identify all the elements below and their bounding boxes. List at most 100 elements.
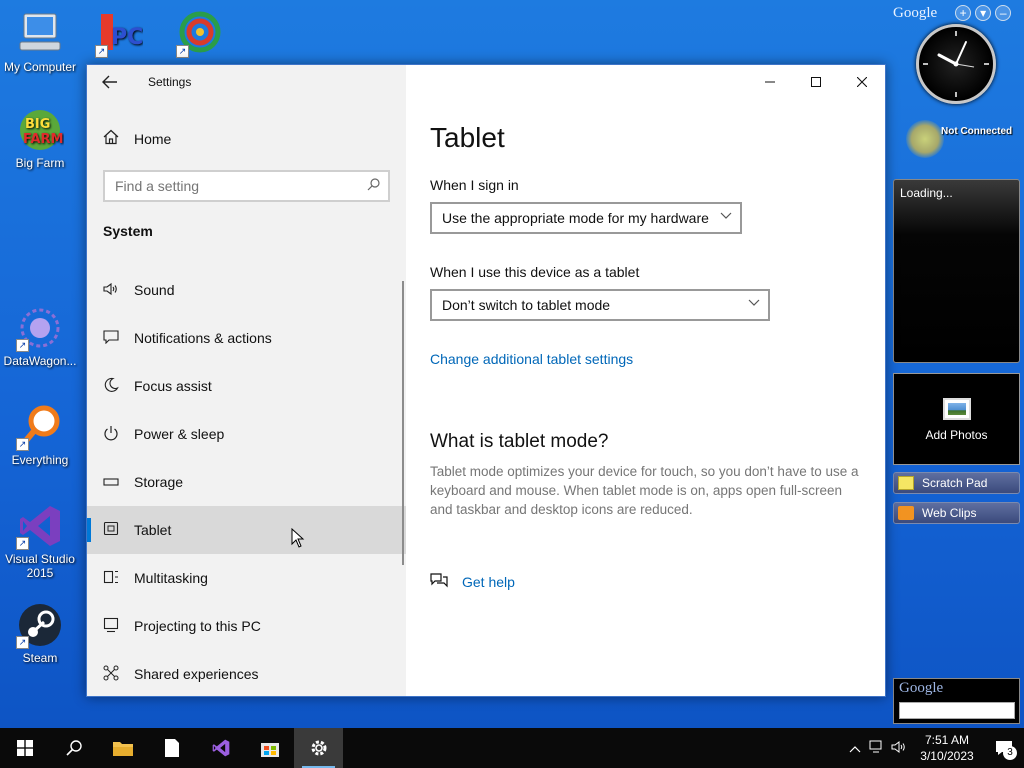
search-icon bbox=[367, 178, 380, 194]
photos-gadget[interactable]: Add Photos bbox=[893, 373, 1020, 465]
desktop-icon-datawagon[interactable]: ↗ DataWagon... bbox=[0, 304, 80, 368]
network-meter-gadget[interactable]: Not Connected bbox=[906, 118, 1024, 162]
title-bar[interactable]: Settings bbox=[87, 65, 406, 99]
settings-nav-pane: Settings Home Find a setting System Soun… bbox=[87, 65, 406, 696]
taskbar-clock[interactable]: 7:51 AM 3/10/2023 bbox=[910, 732, 984, 764]
home-icon bbox=[103, 129, 134, 149]
desktop-icon-everything[interactable]: ↗ Everything bbox=[0, 403, 80, 467]
sign-in-dropdown[interactable]: Use the appropriate mode for my hardware bbox=[430, 202, 742, 234]
computer-icon bbox=[16, 10, 64, 58]
shortcut-arrow-icon: ↗ bbox=[16, 537, 29, 550]
svg-text:PC: PC bbox=[111, 25, 143, 50]
settings-content-pane: Tablet When I sign in Use the appropriat… bbox=[406, 65, 885, 696]
file-explorer-button[interactable] bbox=[98, 728, 147, 768]
start-button[interactable] bbox=[0, 728, 49, 768]
big-farm-icon: BIG FARM bbox=[16, 106, 64, 154]
nav-item-tablet[interactable]: Tablet bbox=[87, 506, 406, 554]
home-nav-item[interactable]: Home bbox=[87, 121, 406, 157]
nav-item-power-sleep[interactable]: Power & sleep bbox=[87, 410, 406, 458]
chevron-down-icon bbox=[720, 208, 732, 223]
feed-gadget[interactable]: Loading... bbox=[893, 179, 1020, 363]
gadget-menu-button[interactable]: ▾ bbox=[975, 5, 992, 21]
nav-item-shared-experiences[interactable]: Shared experiences bbox=[87, 650, 406, 698]
maximize-button[interactable] bbox=[793, 65, 839, 99]
web-clips-label: Web Clips bbox=[922, 506, 977, 520]
minimize-button[interactable] bbox=[747, 65, 793, 99]
desktop-icon-steam[interactable]: ↗ Steam bbox=[0, 601, 80, 665]
nav-item-focus-assist[interactable]: Focus assist bbox=[87, 362, 406, 410]
change-tablet-settings-link[interactable]: Change additional tablet settings bbox=[430, 351, 633, 367]
store-icon bbox=[260, 743, 279, 757]
google-search-label: Google bbox=[899, 680, 944, 696]
chevron-up-icon[interactable] bbox=[844, 741, 866, 756]
settings-window: Settings Home Find a setting System Soun… bbox=[86, 64, 886, 697]
close-button[interactable] bbox=[839, 65, 885, 99]
photo-icon bbox=[942, 398, 971, 420]
notepad-button[interactable] bbox=[147, 728, 196, 768]
what-is-tablet-mode-heading: What is tablet mode? bbox=[430, 431, 609, 452]
desktop-icon-label: Big Farm bbox=[15, 156, 65, 170]
desktop-icon-my-computer[interactable]: My Computer bbox=[0, 10, 80, 74]
tablet-use-dropdown[interactable]: Don’t switch to tablet mode bbox=[430, 289, 770, 321]
google-search-input[interactable] bbox=[899, 702, 1015, 719]
analog-clock-gadget[interactable] bbox=[916, 24, 996, 104]
clock-date: 3/10/2023 bbox=[920, 749, 974, 763]
svg-text:BIG: BIG bbox=[25, 117, 50, 132]
network-icon[interactable] bbox=[866, 740, 888, 757]
visual-studio-icon bbox=[212, 739, 229, 757]
nav-item-projecting[interactable]: Projecting to this PC bbox=[87, 602, 406, 650]
desktop-icon-label: Everything bbox=[11, 453, 69, 467]
taskbar: 7:51 AM 3/10/2023 3 bbox=[0, 728, 1024, 768]
action-center-button[interactable]: 3 bbox=[984, 728, 1024, 768]
scratch-pad-gadget[interactable]: Scratch Pad bbox=[893, 472, 1020, 494]
home-label: Home bbox=[134, 131, 172, 147]
nav-item-label: Projecting to this PC bbox=[134, 618, 261, 634]
nav-item-label: Shared experiences bbox=[134, 666, 259, 682]
shortcut-arrow-icon: ↗ bbox=[16, 339, 29, 352]
search-button[interactable] bbox=[49, 728, 98, 768]
notification-count-badge: 3 bbox=[1003, 746, 1017, 760]
storage-icon bbox=[103, 474, 134, 490]
desktop-icon-visual-studio[interactable]: ↗ Visual Studio 2015 bbox=[0, 502, 80, 580]
gear-icon bbox=[311, 740, 326, 756]
speaker-icon bbox=[103, 282, 134, 299]
desktop-icon-google[interactable]: ↗ bbox=[160, 10, 240, 60]
arrow-left-icon bbox=[102, 75, 117, 89]
caption-buttons bbox=[747, 65, 885, 99]
desktop-icon-label: My Computer bbox=[3, 60, 77, 74]
get-help-link[interactable]: Get help bbox=[462, 574, 515, 590]
nav-item-label: Notifications & actions bbox=[134, 330, 272, 346]
document-icon bbox=[164, 739, 179, 757]
visual-studio-icon: ↗ bbox=[16, 502, 64, 550]
moon-icon bbox=[103, 377, 134, 396]
maximize-icon bbox=[811, 77, 821, 87]
store-button[interactable] bbox=[245, 728, 294, 768]
nav-item-notifications[interactable]: Notifications & actions bbox=[87, 314, 406, 362]
google-label: Google bbox=[893, 4, 938, 21]
minimize-sidebar-button[interactable]: – bbox=[995, 5, 1012, 21]
scratch-pad-label: Scratch Pad bbox=[922, 476, 988, 490]
steam-icon: ↗ bbox=[16, 601, 64, 649]
nav-item-multitasking[interactable]: Multitasking bbox=[87, 554, 406, 602]
add-gadget-button[interactable]: + bbox=[955, 5, 972, 21]
find-setting-input[interactable]: Find a setting bbox=[103, 170, 390, 202]
back-button[interactable] bbox=[87, 65, 133, 99]
add-photos-label: Add Photos bbox=[925, 428, 988, 442]
nav-item-label: Power & sleep bbox=[134, 426, 225, 442]
get-help-row[interactable]: Get help bbox=[430, 572, 515, 592]
nav-item-storage[interactable]: Storage bbox=[87, 458, 406, 506]
chevron-down-icon bbox=[748, 295, 760, 310]
volume-icon[interactable] bbox=[888, 740, 910, 757]
nav-scrollbar[interactable] bbox=[402, 281, 404, 565]
tablet-icon bbox=[103, 521, 134, 540]
clock-time: 7:51 AM bbox=[924, 733, 970, 747]
desktop-icon-myplayercity[interactable]: PC ↗ bbox=[79, 10, 159, 60]
web-clips-gadget[interactable]: Web Clips bbox=[893, 502, 1020, 524]
nav-item-sound[interactable]: Sound bbox=[87, 266, 406, 314]
desktop-icon-big-farm[interactable]: BIG FARM Big Farm bbox=[0, 106, 80, 170]
system-tray: 7:51 AM 3/10/2023 3 bbox=[844, 728, 1024, 768]
folder-icon bbox=[112, 742, 133, 756]
settings-taskbar-button[interactable] bbox=[294, 728, 343, 768]
clock-face-icon bbox=[923, 31, 989, 97]
visual-studio-button[interactable] bbox=[196, 728, 245, 768]
